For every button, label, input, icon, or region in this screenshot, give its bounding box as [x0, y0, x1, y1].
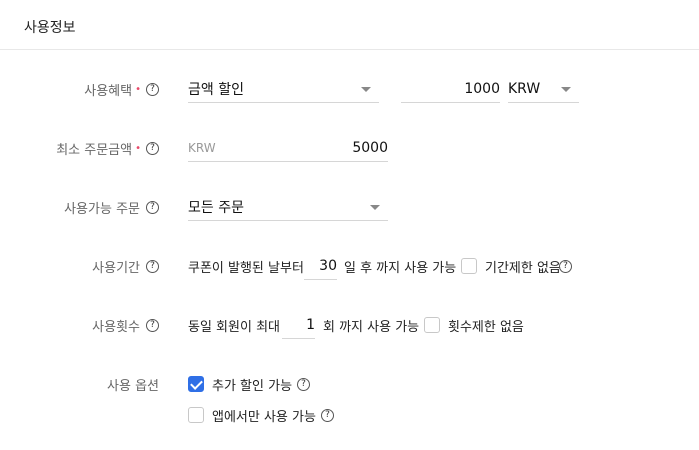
benefit-row: 사용혜택 • ? 금액 할인 1000 KRW [0, 75, 699, 103]
available-order-row: 사용가능 주문 ? 모든 주문 [0, 193, 699, 221]
question-circle-icon[interactable]: ? [320, 408, 334, 422]
benefit-currency-value: KRW [508, 80, 541, 97]
available-order-label-group: 사용가능 주문 ? [64, 193, 159, 221]
available-order-value: 모든 주문 [188, 199, 244, 216]
period-unlimited-label: 기간제한 없음 [485, 260, 561, 276]
period-days-input[interactable]: 30 [304, 252, 337, 280]
min-order-row: 최소 주문금액 • ? KRW 5000 [0, 134, 699, 162]
available-order-select[interactable]: 모든 주문 [188, 193, 388, 221]
period-unlimited-help: ? [559, 252, 572, 280]
option-extra-discount-checkbox[interactable] [188, 376, 204, 392]
benefit-amount-input[interactable]: 1000 [401, 75, 500, 103]
count-prefix: 동일 회원이 최대 [188, 319, 280, 335]
period-prefix: 쿠폰이 발행된 날부터 [188, 260, 304, 276]
count-unlimited-checkbox[interactable] [424, 317, 440, 333]
option-app-only-checkbox[interactable] [188, 407, 204, 423]
min-order-input[interactable]: KRW 5000 [188, 134, 388, 162]
options-row-2: 앱에서만 사용 가능 ? [0, 401, 699, 429]
count-label-group: 사용횟수 ? [92, 311, 159, 339]
count-row: 사용횟수 ? 동일 회원이 최대 1 회 까지 사용 가능 횟수제한 없음 [0, 311, 699, 339]
period-suffix: 일 후 까지 사용 가능 [344, 260, 457, 276]
min-order-currency: KRW [188, 140, 216, 155]
required-mark: • [135, 83, 141, 95]
min-order-label-group: 최소 주문금액 • ? [56, 134, 159, 162]
count-suffix: 회 까지 사용 가능 [323, 319, 420, 335]
options-label: 사용 옵션 [107, 378, 159, 394]
count-times-value: 1 [306, 316, 315, 333]
question-circle-icon[interactable]: ? [146, 141, 159, 155]
period-unlimited-checkbox[interactable] [461, 258, 477, 274]
question-circle-icon[interactable]: ? [146, 200, 159, 214]
question-circle-icon[interactable]: ? [146, 82, 159, 96]
benefit-amount-value: 1000 [464, 80, 500, 97]
benefit-label-group: 사용혜택 • ? [84, 75, 159, 103]
benefit-type-select[interactable]: 금액 할인 [188, 75, 379, 103]
chevron-down-icon [361, 87, 371, 92]
question-circle-icon[interactable]: ? [297, 377, 311, 391]
period-row: 사용기간 ? 쿠폰이 발행된 날부터 30 일 후 까지 사용 가능 기간제한 … [0, 252, 699, 280]
chevron-down-icon [561, 87, 571, 92]
benefit-label: 사용혜택 [84, 83, 133, 99]
options-label-group: 사용 옵션 [107, 370, 159, 398]
count-times-input[interactable]: 1 [282, 311, 315, 339]
min-order-label: 최소 주문금액 [56, 142, 133, 158]
option-app-only-label: 앱에서만 사용 가능 ? [212, 401, 334, 429]
question-circle-icon[interactable]: ? [146, 259, 159, 273]
period-days-value: 30 [319, 257, 337, 274]
options-row: 사용 옵션 추가 할인 가능 ? [0, 370, 699, 398]
period-label: 사용기간 [92, 260, 140, 276]
min-order-amount: 5000 [352, 139, 388, 156]
benefit-type-value: 금액 할인 [188, 81, 244, 98]
period-label-group: 사용기간 ? [92, 252, 159, 280]
section-title: 사용정보 [24, 20, 76, 36]
question-circle-icon[interactable]: ? [559, 259, 572, 273]
benefit-currency-select[interactable]: KRW [508, 75, 579, 103]
count-unlimited-label: 횟수제한 없음 [448, 319, 524, 335]
chevron-down-icon [370, 205, 380, 210]
option-extra-discount-label: 추가 할인 가능 ? [212, 370, 311, 398]
available-order-label: 사용가능 주문 [64, 201, 140, 217]
count-label: 사용횟수 [92, 319, 140, 335]
section-header: 사용정보 [0, 0, 699, 50]
question-circle-icon[interactable]: ? [146, 318, 159, 332]
required-mark: • [135, 142, 141, 154]
